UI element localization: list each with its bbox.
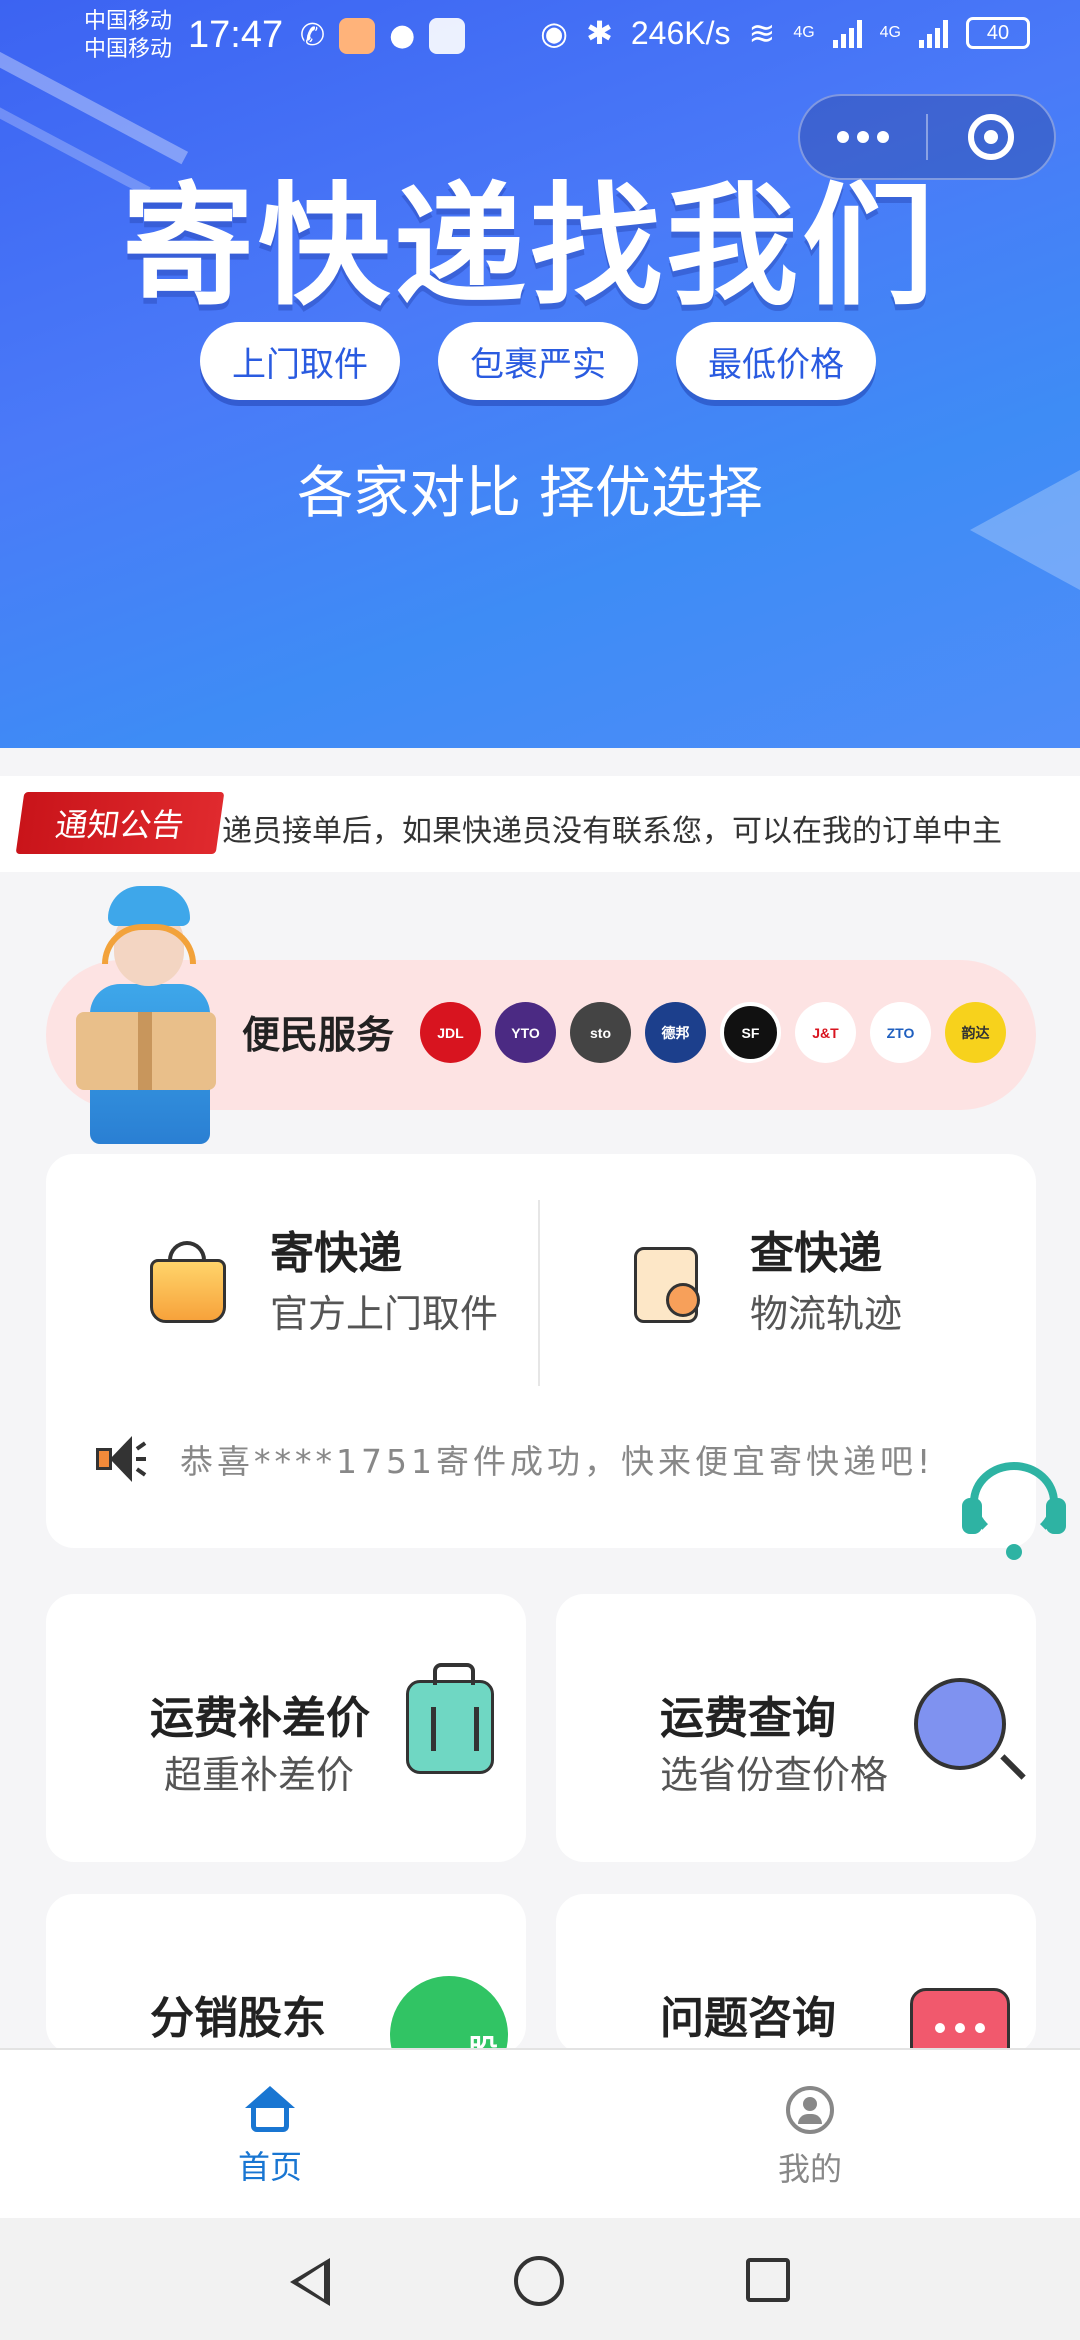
yto-logo[interactable]: YTO [495, 1002, 556, 1063]
speaker-icon [96, 1434, 147, 1484]
system-navigation-bar [0, 2218, 1080, 2340]
consultation-card[interactable]: 问题咨询 [556, 1894, 1036, 2054]
customer-service-button[interactable] [962, 1454, 1066, 1560]
shopping-bag-icon [146, 1239, 236, 1329]
tab-mine-label: 我的 [777, 2150, 842, 2188]
jdl-logo[interactable]: JDL [420, 1002, 481, 1063]
banner-pills: 上门取件 包裹严实 最低价格 [200, 322, 876, 400]
freight-query-card[interactable]: 运费查询 选省份查价格 [556, 1594, 1036, 1862]
wechat-icon: ● [389, 18, 416, 53]
close-miniprogram-button[interactable] [928, 94, 1054, 180]
carrier-1: 中国移动 [84, 9, 173, 34]
notice-tag: 通知公告 [15, 792, 225, 854]
battery-level: 40 [986, 21, 1010, 44]
freight-supplement-card[interactable]: 运费补差价 超重补差价 [46, 1594, 526, 1862]
tab-home[interactable]: 首页 [170, 2086, 370, 2188]
banner-decoration [970, 470, 1080, 590]
tab-home-label: 首页 [237, 2148, 302, 2186]
zto-logo[interactable]: ZTO [870, 1002, 931, 1063]
banner-pill-secure: 包裹严实 [438, 322, 638, 400]
status-right: ◉ ✱ 246K/s ≋ 4G 4G 40 [540, 14, 1030, 52]
battery-icon: 40 [966, 17, 1030, 49]
banner-subtitle: 各家对比 择优选择 [297, 461, 763, 526]
wallet-notification-icon [429, 18, 466, 54]
banner-pill-lowest-price: 最低价格 [676, 322, 876, 400]
suitcase-icon [406, 1663, 494, 1774]
shareholder-icon: 股 [390, 1976, 508, 2054]
signal-icon [919, 18, 948, 48]
signal-icon [832, 18, 862, 48]
more-menu-button[interactable] [800, 94, 926, 180]
magnifier-icon [914, 1678, 1006, 1770]
wifi-icon: ≋ [748, 15, 776, 51]
target-icon [967, 114, 1014, 160]
track-express-subtitle: 物流轨迹 [750, 1292, 903, 1336]
document-search-icon [626, 1239, 716, 1329]
chat-bubble-icon [910, 1988, 1010, 2054]
bluetooth-icon: ✱ [586, 15, 613, 51]
app-notification-icon [339, 18, 376, 54]
tab-mine[interactable]: 我的 [710, 2086, 910, 2190]
status-bar: 中国移动 中国移动 17:47 ✆ ● ◉ ✱ 246K/s ≋ 4G 4G 4… [0, 0, 1080, 80]
eye-comfort-icon: ◉ [540, 15, 569, 51]
network-speed: 246K/s [630, 14, 731, 51]
consultation-title: 问题咨询 [660, 1993, 836, 2044]
headset-icon [970, 1462, 1058, 1542]
notification-icons: ✆ ● [300, 18, 466, 54]
deppon-logo[interactable]: 德邦 [645, 1002, 706, 1063]
carrier-2: 中国移动 [84, 37, 173, 62]
main-services-card: 寄快递 官方上门取件 查快递 物流轨迹 恭喜****1751寄件成功，快来便宜寄… [46, 1154, 1036, 1548]
user-icon [786, 2086, 834, 2134]
network-type-2: 4G [879, 24, 901, 41]
back-icon[interactable] [290, 2258, 330, 2306]
home-icon [245, 2086, 295, 2132]
miniprogram-capsule [798, 94, 1056, 180]
recent-apps-icon[interactable] [746, 2258, 790, 2302]
courier-mascot-image [70, 884, 220, 1154]
track-express-button[interactable]: 查快递 物流轨迹 [626, 1214, 902, 1354]
carrier-names: 中国移动 中国移动 [84, 8, 172, 64]
banner-pill-pickup: 上门取件 [200, 322, 400, 400]
sto-logo[interactable]: sto [570, 1002, 631, 1063]
service-title: 便民服务 [242, 1013, 395, 1057]
bottom-tab-bar: 首页 我的 [0, 2048, 1080, 2218]
courier-logos: JDL YTO sto 德邦 SF J&T ZTO 韵达 [420, 1002, 1006, 1063]
freight-supplement-title: 运费补差价 [150, 1693, 370, 1744]
freight-query-subtitle: 选省份查价格 [660, 1753, 889, 1797]
freight-supplement-subtitle: 超重补差价 [164, 1753, 355, 1797]
yunda-logo[interactable]: 韵达 [945, 1002, 1006, 1063]
sf-logo[interactable]: SF [720, 1002, 781, 1063]
divider [538, 1200, 540, 1386]
missed-call-icon: ✆ [300, 18, 326, 53]
home-circle-icon[interactable] [514, 2256, 564, 2306]
jt-logo[interactable]: J&T [795, 1002, 856, 1063]
success-ticker: 恭喜****1751寄件成功，快来便宜寄快递吧! [96, 1434, 934, 1484]
send-express-title: 寄快递 [270, 1228, 402, 1279]
notice-text: 递员接单后，如果快递员没有联系您，可以在我的订单中主 [222, 814, 1002, 849]
distribution-shareholder-card[interactable]: 分销股东 股 [46, 1894, 526, 2054]
clock: 17:47 [188, 14, 284, 56]
notice-bar[interactable]: 通知公告 递员接单后，如果快递员没有联系您，可以在我的订单中主 [0, 776, 1080, 872]
track-express-title: 查快递 [750, 1228, 882, 1279]
distribution-shareholder-title: 分销股东 [150, 1993, 326, 2044]
network-type-1: 4G [793, 24, 815, 41]
send-express-button[interactable]: 寄快递 官方上门取件 [146, 1214, 498, 1354]
freight-query-title: 运费查询 [660, 1693, 836, 1744]
send-express-subtitle: 官方上门取件 [270, 1292, 499, 1336]
ticker-text: 恭喜****1751寄件成功，快来便宜寄快递吧! [180, 1442, 935, 1481]
